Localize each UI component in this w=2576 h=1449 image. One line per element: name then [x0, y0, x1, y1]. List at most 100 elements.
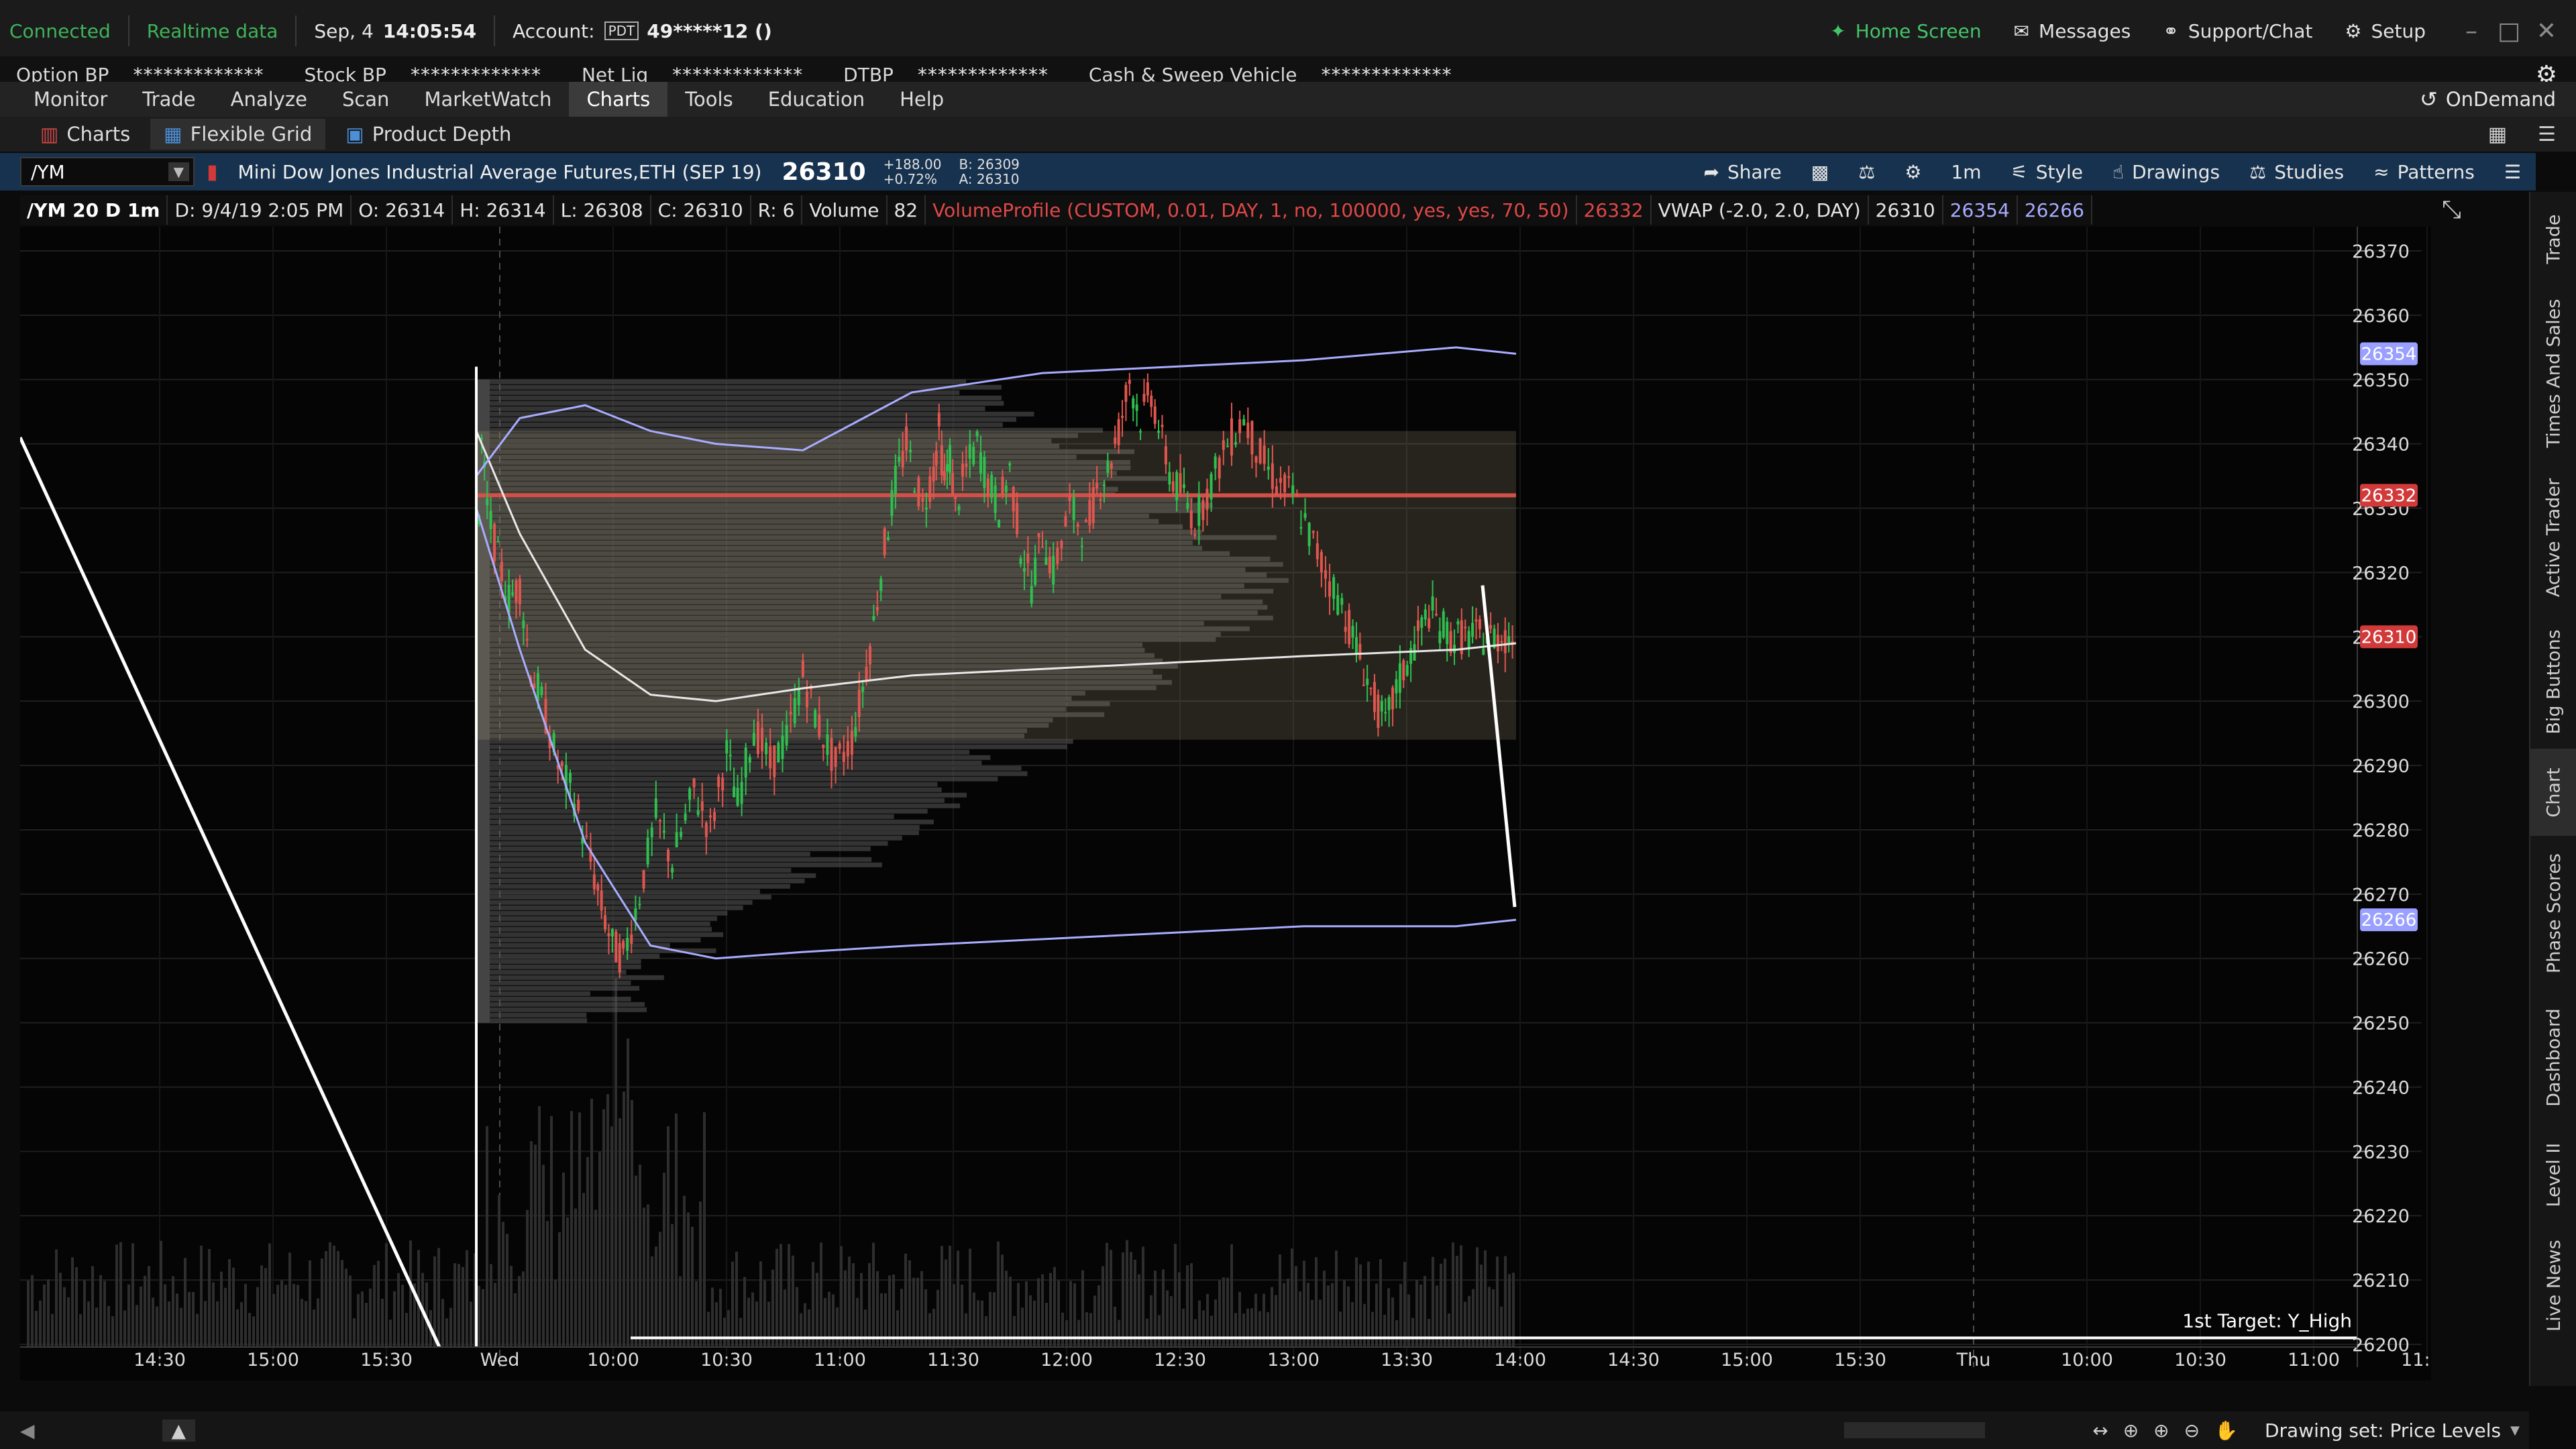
volume-bar: [453, 1263, 456, 1347]
maximize-button[interactable]: □: [2490, 12, 2528, 50]
candle-body: [752, 733, 755, 746]
setup-button[interactable]: ⚙ Setup: [2345, 20, 2426, 42]
volume-profile-row: [476, 1018, 588, 1023]
flask-icon: ⚖: [1858, 160, 1876, 183]
candle-body: [1409, 648, 1413, 664]
crosshair-icon[interactable]: ⊕: [2123, 1419, 2139, 1442]
volume-bar: [1154, 1271, 1157, 1347]
flask-button[interactable]: ⚖: [1843, 153, 1890, 191]
menu-marketwatch[interactable]: MarketWatch: [407, 82, 569, 117]
gear-icon: ⚙: [2345, 19, 2362, 42]
candle-body: [1254, 456, 1258, 463]
time-tick-label: 11:00: [2288, 1350, 2340, 1371]
volume-profile-row: [476, 739, 1073, 744]
candle-body: [1336, 595, 1340, 615]
menu-help[interactable]: Help: [882, 82, 961, 117]
expand-panel-icon[interactable]: ▲: [162, 1419, 196, 1442]
volume-profile-row: [476, 771, 1028, 776]
side-tab-big-buttons[interactable]: Big Buttons: [2530, 614, 2576, 749]
candle-body: [642, 870, 645, 889]
subtab-product-depth[interactable]: ▣ Product Depth: [332, 119, 525, 150]
volume-bar: [1134, 1259, 1136, 1347]
drawings-button[interactable]: ☝ Drawings: [2098, 153, 2235, 191]
vwap-study[interactable]: VWAP (-2.0, 2.0, DAY): [1651, 195, 1869, 225]
timeframe-selector[interactable]: 1m: [1936, 153, 1996, 191]
menu-education[interactable]: Education: [751, 82, 882, 117]
zoom-in-icon[interactable]: ⊕: [2153, 1419, 2169, 1442]
menu-tools[interactable]: Tools: [667, 82, 750, 117]
side-tab-chart[interactable]: Chart: [2530, 749, 2576, 836]
pan-arrows-icon[interactable]: ↔: [2092, 1419, 2108, 1442]
candle-body: [1500, 641, 1503, 643]
chart-settings-button[interactable]: ⚙: [1890, 153, 1936, 191]
side-tab-active-trader[interactable]: Active Trader: [2530, 460, 2576, 614]
grid-icon: ▦: [164, 123, 182, 146]
side-tab-live-news[interactable]: Live News: [2530, 1225, 2576, 1346]
alert-flag-icon[interactable]: ▮: [207, 160, 218, 184]
scroll-left-icon[interactable]: ◀: [20, 1419, 35, 1442]
patterns-button[interactable]: ≈ Patterns: [2359, 153, 2489, 191]
style-button[interactable]: ⚟ Style: [1996, 153, 2098, 191]
close-window-button[interactable]: ✕: [2528, 12, 2565, 50]
candle-body: [1004, 485, 1008, 492]
volume-profile-study[interactable]: VolumeProfile (CUSTOM, 0.01, DAY, 1, no,…: [926, 195, 1577, 225]
symbol-input[interactable]: /YM ▼: [20, 157, 195, 186]
menu-analyze[interactable]: Analyze: [213, 82, 325, 117]
side-tab-level-ii[interactable]: Level II: [2530, 1124, 2576, 1225]
subtab-flexible-grid[interactable]: ▦ Flexible Grid: [150, 119, 326, 150]
hand-icon[interactable]: ✋: [2214, 1419, 2238, 1442]
home-screen-button[interactable]: ✦ Home Screen: [1830, 20, 1981, 42]
drawing-set-label[interactable]: Drawing set: Price Levels: [2265, 1419, 2501, 1442]
side-tab-phase-scores[interactable]: Phase Scores: [2530, 836, 2576, 990]
volume-bar: [1363, 1303, 1366, 1347]
menu-trade[interactable]: Trade: [125, 82, 213, 117]
menu-scan[interactable]: Scan: [325, 82, 407, 117]
messages-button[interactable]: ✉ Messages: [2014, 20, 2131, 42]
price-chart[interactable]: 2637026360263502634026330263202631026300…: [20, 227, 2431, 1381]
volume-bar: [639, 1164, 641, 1347]
candle-body: [1142, 394, 1146, 402]
studies-button[interactable]: ⚖ Studies: [2235, 153, 2359, 191]
volume-bar: [35, 1311, 38, 1347]
volume-bar: [196, 1313, 199, 1347]
snapshot-button[interactable]: ▩: [1796, 153, 1843, 191]
menu-charts[interactable]: Charts: [569, 82, 668, 117]
chevron-down-icon[interactable]: ▼: [168, 162, 189, 181]
menu-list-icon[interactable]: ☰: [2538, 123, 2556, 146]
candle-body: [600, 890, 603, 911]
volume-bar: [731, 1261, 734, 1347]
candle-body: [1189, 511, 1193, 529]
side-tab-times-and-sales[interactable]: Times And Sales: [2530, 286, 2576, 460]
ondemand-button[interactable]: ↺ OnDemand: [2420, 87, 2556, 112]
volume-bar: [643, 1208, 645, 1347]
right-sidebar: Trade Times And Sales Active Trader Big …: [2529, 192, 2576, 1386]
timeframe-label: 1m: [1951, 160, 1982, 183]
account-selector[interactable]: 49*****12 (): [647, 20, 771, 42]
chevron-down-icon[interactable]: ▼: [2510, 1424, 2520, 1438]
volume-label[interactable]: Volume: [802, 195, 888, 225]
volume-bar: [606, 1094, 609, 1347]
subtab-charts[interactable]: ▥ Charts: [27, 119, 144, 150]
volume-bar: [614, 977, 617, 1347]
volume-profile-row: [476, 830, 919, 835]
candle-body: [1373, 682, 1377, 712]
menu-monitor[interactable]: Monitor: [16, 82, 125, 117]
side-tab-trade[interactable]: Trade: [2530, 192, 2576, 286]
share-button[interactable]: ➦ Share: [1689, 153, 1796, 191]
candle-body: [1068, 495, 1071, 501]
horizontal-scrollbar[interactable]: [1844, 1422, 1986, 1438]
side-tab-dashboard[interactable]: Dashboard: [2530, 990, 2576, 1124]
candle-body: [838, 743, 841, 749]
volume-bar: [1391, 1297, 1394, 1347]
grid-layout-icon[interactable]: ▦: [2488, 123, 2507, 146]
headset-icon: ⚭: [2163, 19, 2179, 42]
candle-body: [1114, 437, 1117, 444]
volume-bar: [490, 1264, 492, 1347]
minimize-button[interactable]: –: [2453, 12, 2490, 50]
volume-bar: [1190, 1263, 1193, 1347]
zoom-out-icon[interactable]: ⊖: [2184, 1419, 2200, 1442]
collapse-icon[interactable]: ⤡: [2442, 196, 2461, 224]
chart-menu-button[interactable]: ☰: [2489, 153, 2536, 191]
chart-label[interactable]: /YM 20 D 1m: [20, 195, 168, 225]
support-chat-button[interactable]: ⚭ Support/Chat: [2163, 20, 2312, 42]
